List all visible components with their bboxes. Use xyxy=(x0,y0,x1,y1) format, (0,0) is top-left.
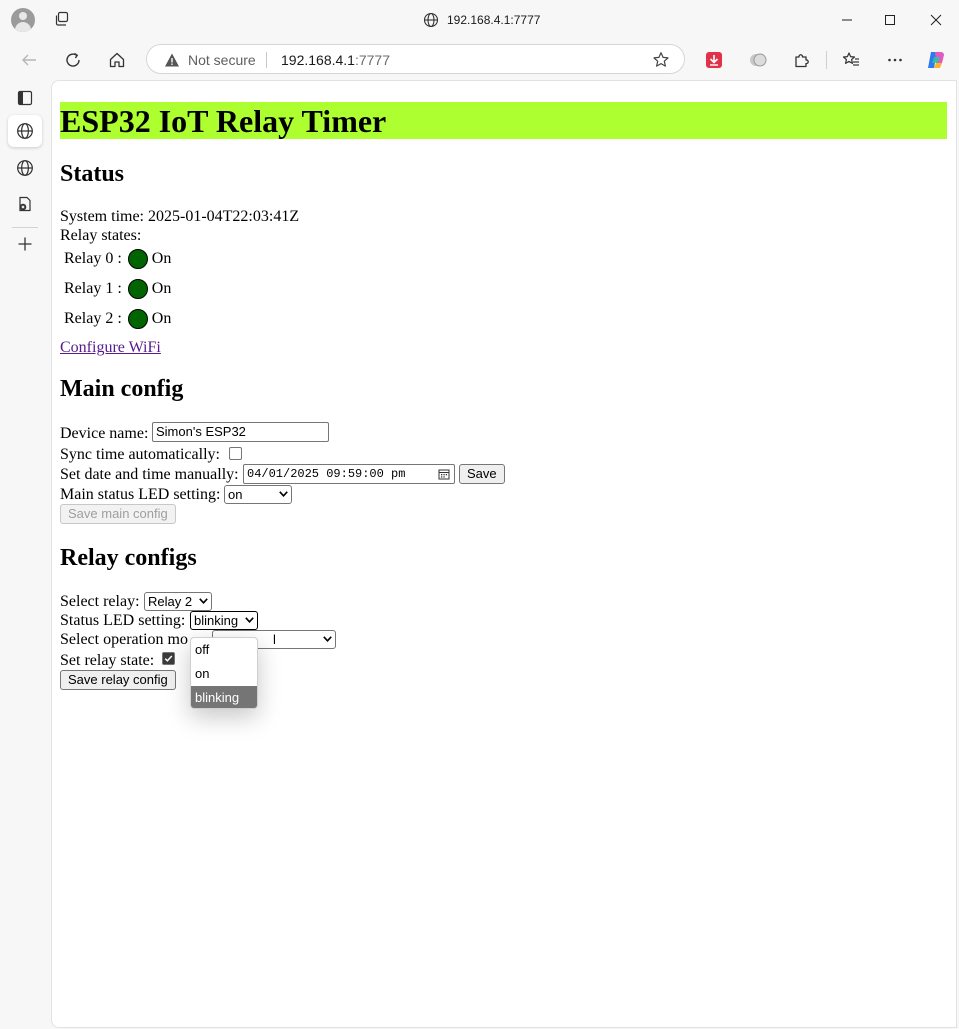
favorites-icon[interactable] xyxy=(840,49,862,71)
relay-label: Relay 0 : xyxy=(64,250,122,267)
address-separator xyxy=(266,52,267,68)
close-icon xyxy=(930,14,942,26)
page-title: ESP32 IoT Relay Timer xyxy=(60,102,947,139)
relay-led-indicator xyxy=(127,279,148,299)
set-datetime-label: Set date and time manually: xyxy=(60,466,239,483)
chevron-down-icon xyxy=(245,617,254,623)
set-relay-state-label: Set relay state: xyxy=(60,652,155,669)
relay-state-checkbox[interactable] xyxy=(162,652,175,665)
relay-state-text: On xyxy=(151,310,172,327)
extensions-puzzle-icon[interactable] xyxy=(791,49,813,71)
plus-icon xyxy=(18,237,32,251)
relay-led-indicator xyxy=(127,249,148,269)
relay-states-label: Relay states: xyxy=(60,227,142,244)
reload-button[interactable] xyxy=(62,49,84,71)
relay-state-row: Relay 2 : On xyxy=(64,309,171,329)
status-heading: Status xyxy=(60,161,125,187)
dropdown-option-blinking[interactable]: blinking xyxy=(191,686,257,708)
window-title: 192.168.4.1:7777 xyxy=(423,11,540,29)
save-main-config-button[interactable]: Save main config xyxy=(60,504,176,524)
maximize-icon xyxy=(885,15,895,25)
extension-icon[interactable] xyxy=(747,49,769,71)
globe-icon xyxy=(423,12,439,28)
save-datetime-button[interactable]: Save xyxy=(459,464,505,484)
home-button[interactable] xyxy=(106,49,128,71)
globe-icon xyxy=(17,123,33,139)
new-tab-button[interactable] xyxy=(8,228,42,260)
close-button[interactable] xyxy=(926,10,946,30)
toolbar-separator xyxy=(826,51,827,69)
window-title-bar: 192.168.4.1:7777 xyxy=(0,0,959,40)
datetime-input[interactable]: 04/01/2025 09:59:00 pm xyxy=(243,464,455,484)
relay-led-label: Status LED setting: xyxy=(60,612,186,629)
sidebar-tab-4[interactable] xyxy=(8,188,42,220)
main-led-select[interactable]: on xyxy=(224,485,292,504)
dropdown-option-on[interactable]: on xyxy=(191,662,257,686)
pocket-extension-icon[interactable] xyxy=(703,49,725,71)
chevron-down-icon xyxy=(279,491,288,497)
relay-configs-heading: Relay configs xyxy=(60,545,197,571)
reload-icon xyxy=(66,52,80,67)
main-led-value: on xyxy=(228,487,243,502)
warning-triangle-icon[interactable] xyxy=(164,52,180,68)
tab-actions-icon[interactable] xyxy=(54,11,70,27)
relay-label: Relay 1 : xyxy=(64,280,122,297)
checkmark-icon xyxy=(163,653,174,664)
chevron-down-icon xyxy=(199,598,208,604)
url-text[interactable]: 192.168.4.1:7777 xyxy=(281,52,390,68)
minimize-button[interactable] xyxy=(837,10,857,30)
save-relay-config-button[interactable]: Save relay config xyxy=(60,670,176,690)
document-error-icon xyxy=(19,196,31,212)
operation-mode-label: Select operation mo xyxy=(60,631,188,648)
system-time-line: System time: 2025-01-04T22:03:41Z xyxy=(60,207,299,226)
favorite-star-icon[interactable] xyxy=(652,51,670,69)
device-name-input[interactable]: Simon's ESP32 xyxy=(152,422,329,442)
sidebar-tab-1[interactable] xyxy=(8,82,42,114)
relay-state-row: Relay 1 : On xyxy=(64,279,171,299)
maximize-button[interactable] xyxy=(880,10,900,30)
minimize-icon xyxy=(842,19,852,21)
not-secure-label[interactable]: Not secure xyxy=(188,52,256,68)
main-led-label: Main status LED setting: xyxy=(60,486,221,503)
relay-state-row: Relay 0 : On xyxy=(64,249,171,269)
relay-select-value: Relay 2 xyxy=(148,594,193,609)
chevron-down-icon xyxy=(323,636,332,642)
window-title-text: 192.168.4.1:7777 xyxy=(447,13,541,27)
relay-select[interactable]: Relay 2 xyxy=(144,592,212,611)
back-arrow-icon xyxy=(22,54,36,66)
url-host: 192.168.4.1 xyxy=(281,52,355,68)
address-bar[interactable]: Not secure 192.168.4.1:7777 xyxy=(146,44,685,74)
configure-wifi-link[interactable]: Configure WiFi xyxy=(60,339,161,357)
sidebar-tab-active[interactable] xyxy=(8,115,42,147)
page-viewport: ESP32 IoT Relay Timer Status System time… xyxy=(51,80,957,1028)
tab-page-icon xyxy=(17,90,33,106)
dropdown-option-off[interactable]: off xyxy=(191,638,257,662)
copilot-icon[interactable] xyxy=(925,49,947,71)
sync-time-checkbox[interactable] xyxy=(229,447,242,460)
globe-icon xyxy=(17,160,33,176)
relay-led-dropdown-list: off on blinking xyxy=(190,637,258,709)
datetime-value: 04/01/2025 09:59:00 pm xyxy=(247,467,406,481)
sidebar-tab-3[interactable] xyxy=(8,152,42,184)
system-time-value: 2025-01-04T22:03:41Z xyxy=(148,208,300,225)
browser-sidebar xyxy=(0,80,51,1029)
more-options-icon[interactable] xyxy=(884,49,906,71)
calendar-icon[interactable] xyxy=(438,468,450,480)
sync-time-label: Sync time automatically: xyxy=(60,446,220,463)
relay-led-indicator xyxy=(127,309,148,329)
relay-label: Relay 2 : xyxy=(64,310,122,327)
profile-avatar-icon[interactable] xyxy=(11,8,35,32)
back-button[interactable] xyxy=(18,49,40,71)
relay-led-value: blinking xyxy=(194,613,239,628)
url-port: :7777 xyxy=(354,52,391,68)
select-relay-label: Select relay: xyxy=(60,593,140,610)
main-config-heading: Main config xyxy=(60,376,184,402)
system-time-label: System time: xyxy=(60,208,144,225)
home-icon xyxy=(109,52,125,68)
relay-state-text: On xyxy=(151,250,172,267)
relay-state-text: On xyxy=(151,280,172,297)
device-name-label: Device name: xyxy=(60,425,149,442)
relay-led-select[interactable]: blinking xyxy=(190,611,258,630)
operation-mode-value: l xyxy=(273,632,276,647)
